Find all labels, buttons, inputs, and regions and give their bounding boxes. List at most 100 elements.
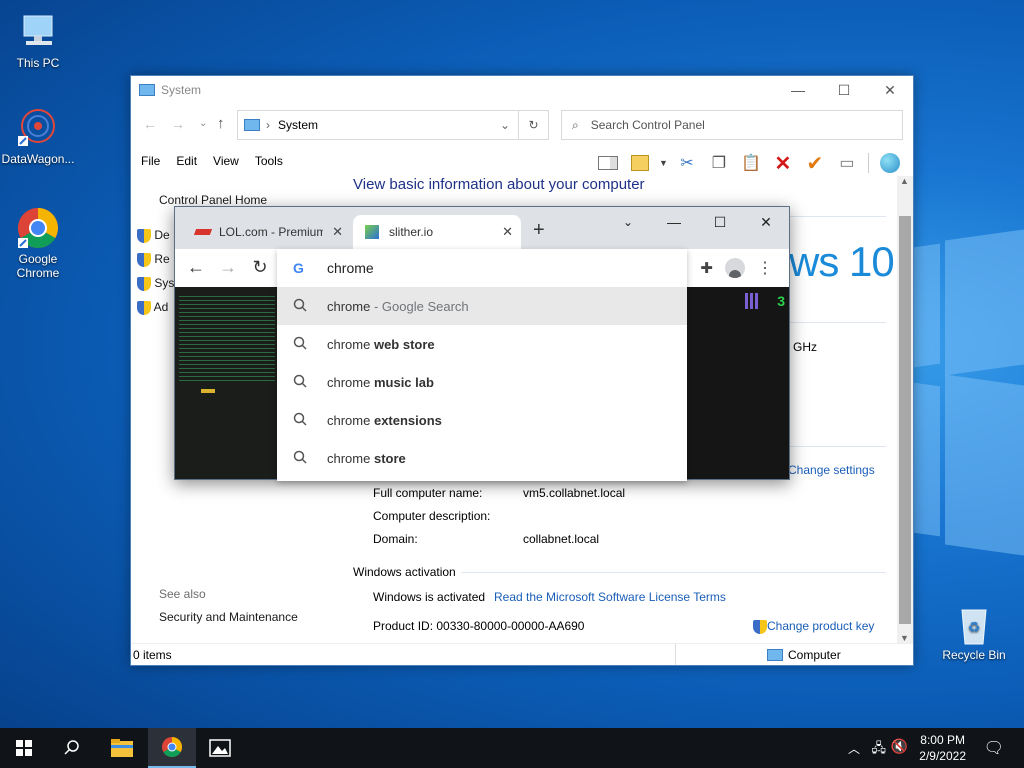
desktop-icon-label: Recycle Bin (942, 648, 1006, 662)
scroll-down-icon[interactable]: ▼ (900, 633, 909, 643)
close-button[interactable]: ✕ (743, 207, 789, 237)
chrome-taskbar-button[interactable] (148, 728, 196, 768)
layout-icon[interactable] (627, 152, 653, 174)
suggestion-text: chrome (327, 450, 374, 466)
network-icon[interactable]: 🖧 (872, 739, 887, 761)
divider (675, 644, 676, 665)
maximize-button[interactable]: ☐ (697, 207, 743, 237)
desktop-icon-google-chrome[interactable]: Google Chrome (0, 206, 76, 280)
datawagon-icon (16, 106, 60, 150)
tab-lol[interactable]: LOL.com - Premium ✕ (183, 215, 351, 249)
chrome-icon (162, 737, 182, 757)
menu-icon[interactable]: ⋮ (757, 258, 773, 278)
back-icon[interactable]: ← (183, 257, 209, 278)
chevron-down-icon[interactable]: ⌄ (500, 118, 510, 132)
menu-file[interactable]: File (141, 154, 160, 168)
address-bar[interactable]: › System ⌄ (237, 110, 519, 140)
chevron-down-icon[interactable]: ⌄ (199, 118, 207, 129)
left-nav-item[interactable]: Re (137, 252, 170, 267)
tab-slither[interactable]: slither.io ✕ (353, 215, 521, 249)
close-button[interactable]: ✕ (867, 76, 913, 104)
volume-muted-icon[interactable]: 🔇 (891, 738, 908, 755)
refresh-button[interactable]: ↻ (519, 110, 549, 140)
change-settings-link[interactable]: Change settings (788, 463, 875, 477)
left-nav-item[interactable]: De (137, 228, 170, 243)
back-icon[interactable]: ← (143, 116, 157, 132)
suggestion-bold: extensions (373, 412, 442, 428)
recycle-bin-icon: ♻ (952, 602, 996, 646)
desktop-icon-this-pc[interactable]: This PC (0, 10, 76, 70)
preview-pane-icon[interactable] (595, 152, 621, 174)
scroll-up-icon[interactable]: ▲ (900, 176, 909, 186)
see-also-label: See also (159, 587, 206, 601)
shield-icon (137, 276, 151, 291)
minimize-button[interactable]: — (651, 207, 697, 237)
page-right-panel: 3 (685, 287, 789, 479)
suggestion-item[interactable]: chrome web store (277, 325, 687, 363)
status-item-count: 0 items (133, 647, 172, 662)
checkmark-icon[interactable]: ✔ (802, 152, 828, 175)
change-product-key-link[interactable]: Change product key (753, 619, 874, 634)
minimize-button[interactable]: — (775, 76, 821, 104)
license-terms-link[interactable]: Read the Microsoft Software License Term… (494, 590, 726, 604)
desktop-icon-recycle-bin[interactable]: ♻ Recycle Bin (936, 602, 1012, 662)
google-g-icon: G (293, 260, 304, 276)
reload-icon[interactable]: ↻ (247, 257, 273, 278)
cut-icon[interactable]: ✂ (674, 152, 700, 174)
suggestion-bold: music lab (373, 374, 434, 390)
close-tab-icon[interactable]: ✕ (332, 224, 343, 240)
suggestion-item[interactable]: chrome music lab (277, 363, 687, 401)
start-button[interactable] (0, 728, 48, 768)
new-tab-icon[interactable]: + (533, 219, 545, 242)
paste-icon[interactable]: 📋 (738, 152, 764, 174)
shield-icon (137, 300, 151, 315)
desktop-icon-datawagon[interactable]: DataWagon... (0, 106, 76, 166)
suggestion-item[interactable]: chrome - Google Search (277, 287, 687, 325)
copy-icon[interactable]: ❐ (706, 152, 732, 174)
control-panel-home-link[interactable]: Control Panel Home (159, 193, 267, 207)
forward-icon[interactable]: → (171, 116, 185, 132)
scrollbar-thumb[interactable] (899, 216, 911, 624)
omnibox-input[interactable]: G chrome (277, 249, 687, 287)
desktop-icon-label: DataWagon... (1, 152, 75, 166)
delete-icon[interactable]: ✕ (770, 152, 796, 175)
left-nav-item[interactable]: Sys (137, 276, 174, 291)
suggestion-text: chrome (327, 298, 371, 314)
vertical-scrollbar[interactable]: ▲ ▼ (897, 176, 913, 643)
notification-icon[interactable]: 🗨 (984, 738, 1004, 758)
clock[interactable]: 8:00 PM 2/9/2022 (919, 732, 966, 764)
status-computer: Computer (767, 648, 841, 662)
left-nav-item[interactable]: Ad (137, 300, 168, 315)
menu-edit[interactable]: Edit (176, 154, 197, 168)
search-input[interactable]: ⌕ Search Control Panel (561, 110, 903, 140)
field-label: Domain: (373, 532, 418, 546)
up-icon[interactable]: ↑ (217, 115, 225, 132)
chevron-up-icon[interactable]: ︿ (848, 740, 860, 757)
status-bar: 0 items Computer (131, 643, 913, 665)
forward-icon[interactable]: → (215, 257, 241, 278)
photos-button[interactable] (196, 728, 244, 768)
system-icon (244, 119, 260, 131)
chevron-down-icon[interactable]: ▼ (659, 158, 668, 168)
security-maintenance-link[interactable]: Security and Maintenance (159, 610, 298, 624)
menu-tools[interactable]: Tools (255, 154, 283, 168)
maximize-button[interactable]: ☐ (821, 76, 867, 104)
tab-search-icon[interactable]: ⌄ (605, 207, 651, 237)
globe-icon[interactable] (877, 152, 903, 174)
divider (461, 572, 886, 573)
suggestion-item[interactable]: chrome store (277, 439, 687, 477)
page-highlight (201, 389, 215, 393)
extensions-icon[interactable]: ✚ (700, 259, 713, 277)
product-id: Product ID: 00330-80000-00000-AA690 (373, 619, 585, 633)
windows-brand-text: ws 10 (789, 238, 895, 285)
field-label: Computer description: (373, 509, 491, 523)
suggestion-item[interactable]: chrome extensions (277, 401, 687, 439)
properties-icon[interactable]: ▭ (834, 152, 860, 174)
field-label: Full computer name: (373, 486, 483, 500)
profile-icon[interactable] (725, 258, 745, 278)
search-button[interactable] (48, 728, 96, 768)
menu-view[interactable]: View (213, 154, 239, 168)
chrome-icon (16, 206, 60, 250)
close-tab-icon[interactable]: ✕ (502, 224, 513, 240)
file-explorer-button[interactable] (98, 728, 146, 768)
